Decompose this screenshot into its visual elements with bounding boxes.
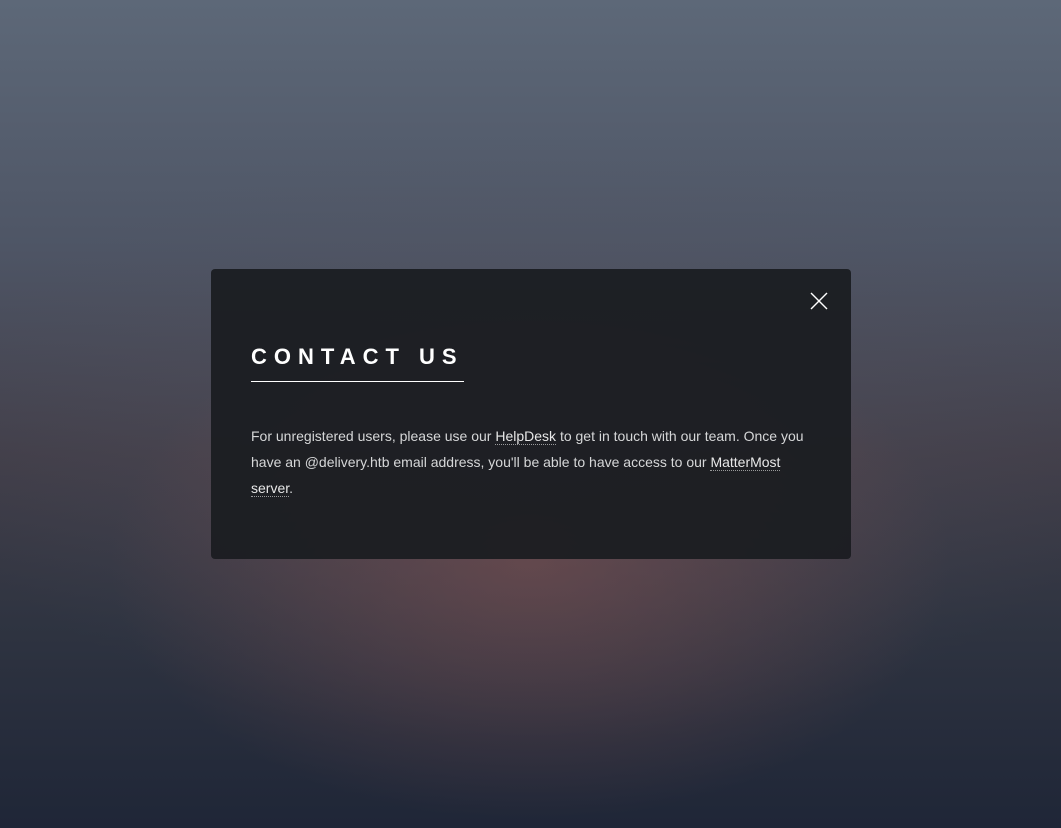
close-button[interactable] (807, 289, 831, 313)
modal-description: For unregistered users, please use our H… (251, 423, 811, 501)
modal-title: CONTACT US (251, 343, 464, 382)
close-icon (810, 292, 828, 310)
contact-modal: CONTACT US For unregistered users, pleas… (211, 269, 851, 559)
description-text-3: . (289, 480, 294, 496)
helpdesk-link[interactable]: HelpDesk (495, 428, 557, 445)
description-text-1: For unregistered users, please use our (251, 428, 496, 444)
